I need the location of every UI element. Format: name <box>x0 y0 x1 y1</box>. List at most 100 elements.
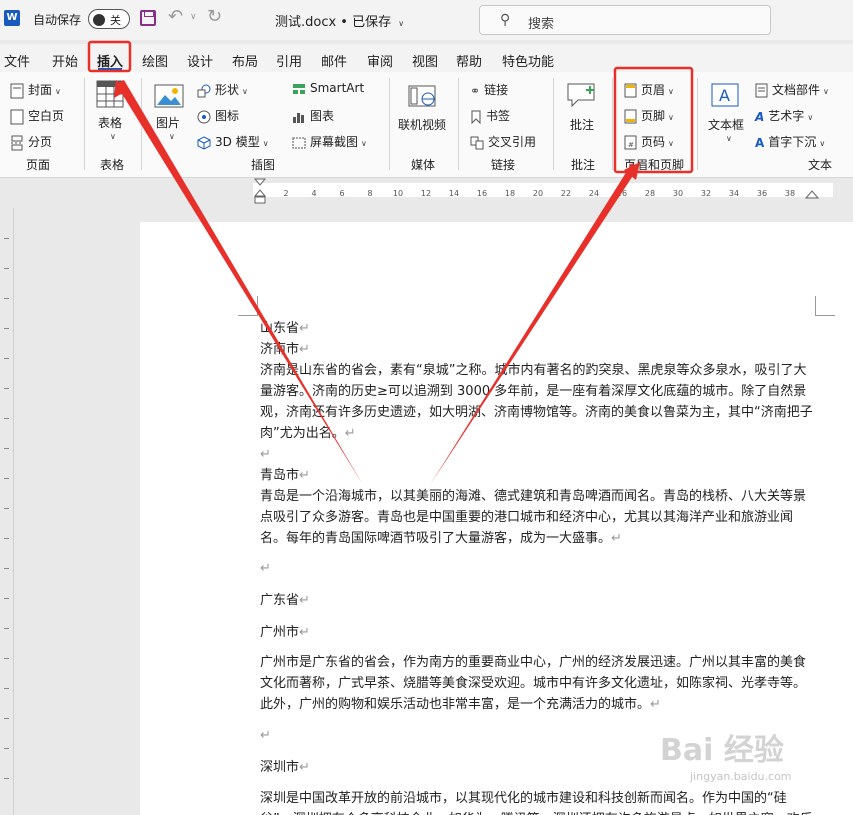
page-number-icon: # <box>624 135 637 150</box>
tab-view[interactable]: 视图 <box>412 51 438 70</box>
tab-help[interactable]: 帮助 <box>456 51 482 70</box>
header-button[interactable]: 页眉 ∨ <box>624 81 674 98</box>
tab-layout[interactable]: 布局 <box>232 51 258 70</box>
picture-button[interactable]: 图片 ∨ <box>154 84 186 154</box>
cross-reference-icon <box>470 136 484 149</box>
redo-icon[interactable]: ↻ <box>207 6 222 27</box>
ruler-tick: 34 <box>728 189 740 198</box>
ruler-tick: 32 <box>700 189 712 198</box>
ruler-tick: 22 <box>560 189 572 198</box>
ruler-scale: 2 4 6 8 10 12 14 16 18 20 22 24 26 28 30… <box>253 183 833 198</box>
bookmark-icon <box>471 110 481 124</box>
picture-icon <box>154 84 184 108</box>
ribbon: 封面 ∨ 空白页 分页 页面 表格 ∨ 表格 图片 ∨ 形状 ∨ 图标 3D 模型 ∨… <box>0 72 853 178</box>
ruler-tick-mark <box>4 748 9 749</box>
page-number-button[interactable]: # 页码 ∨ <box>624 133 674 150</box>
bookmark-button[interactable]: 书签 <box>470 107 510 124</box>
chart-button[interactable]: 图表 <box>292 107 334 124</box>
video-icon <box>408 85 436 107</box>
watermark-logo: Bai 经验 <box>660 733 784 768</box>
chevron-down-icon: ∨ <box>169 132 175 141</box>
document-title[interactable]: 测试.docx • 已保存 ∨ <box>275 11 404 30</box>
paragraph[interactable]: 青岛市↵ <box>260 465 815 486</box>
word-app-icon[interactable]: W <box>4 10 20 26</box>
smartart-icon <box>293 83 305 94</box>
icons-button[interactable]: 图标 <box>197 107 239 124</box>
tab-references[interactable]: 引用 <box>276 51 302 70</box>
paragraph[interactable]: 山东省↵ <box>260 318 815 339</box>
paragraph[interactable]: 济南是山东省的省会，素有“泉城”之称。城市内有著名的趵突泉、黑虎泉等众多泉水，吸… <box>260 360 815 444</box>
page-break-icon <box>11 135 23 150</box>
tab-home[interactable]: 开始 <box>52 51 78 70</box>
textbox-button[interactable]: A 文本框 ∨ <box>706 82 748 152</box>
comment-button[interactable]: 批注 <box>566 82 600 152</box>
ruler-tick: 4 <box>311 189 317 198</box>
save-icon[interactable] <box>140 10 156 26</box>
tab-mailings[interactable]: 邮件 <box>321 51 347 70</box>
tab-draw[interactable]: 绘图 <box>142 51 168 70</box>
ruler-tick-mark <box>4 298 9 299</box>
drop-cap-button[interactable]: A 首字下沉 ∨ <box>755 133 825 150</box>
screenshot-button[interactable]: 屏幕截图 ∨ <box>292 133 367 150</box>
drop-cap-icon: A <box>755 135 765 150</box>
ruler-tick: 14 <box>448 189 460 198</box>
table-label: 表格 <box>98 116 123 130</box>
undo-dropdown-icon[interactable]: ∨ <box>190 12 197 22</box>
paragraph[interactable]: 深圳是中国改革开放的前沿城市，以其现代化的城市建设和科技创新而闻名。作为中国的“… <box>260 788 815 815</box>
ruler-tick-mark <box>4 538 9 539</box>
document-parts-icon <box>755 83 768 98</box>
paragraph[interactable]: 广州市是广东省的省会，作为南方的重要商业中心，广州的经济发展迅速。广州以其丰富的… <box>260 652 815 715</box>
comment-icon <box>567 83 595 108</box>
empty-paragraph[interactable]: ↵ <box>260 558 815 579</box>
cover-page-button[interactable]: 封面 ∨ <box>10 81 61 99</box>
ruler-tick-mark <box>4 328 9 329</box>
divider <box>389 78 390 170</box>
ruler-tick: 8 <box>367 189 373 198</box>
autosave-toggle[interactable]: 关 <box>88 9 130 29</box>
cube-icon <box>197 135 211 150</box>
indent-marker[interactable] <box>254 178 266 204</box>
ruler-tick-mark <box>4 478 9 479</box>
paragraph[interactable]: 青岛是一个沿海城市，以其美丽的海滩、德式建筑和青岛啤酒而闻名。青岛的栈桥、八大关… <box>260 486 815 549</box>
tab-design[interactable]: 设计 <box>187 51 213 70</box>
ruler-tick-mark <box>4 598 9 599</box>
cover-page-icon <box>10 83 24 98</box>
online-video-label: 联机视频 <box>398 118 447 132</box>
paragraph[interactable]: 济南市↵ <box>260 339 815 360</box>
tab-file[interactable]: 文件 <box>4 51 30 70</box>
document-parts-button[interactable]: 文档部件 ∨ <box>755 81 829 98</box>
blank-page-button[interactable]: 空白页 <box>10 107 64 125</box>
online-video-button[interactable]: 联机视频 <box>398 84 448 154</box>
ruler-tick: 20 <box>532 189 544 198</box>
cross-reference-button[interactable]: 交叉引用 <box>470 133 536 150</box>
active-tab-indicator <box>98 68 122 71</box>
tab-review[interactable]: 审阅 <box>367 51 393 70</box>
ruler-tick: 12 <box>420 189 432 198</box>
smartart-button[interactable]: SmartArt <box>292 81 364 96</box>
search-placeholder: 搜索 <box>528 17 555 32</box>
ruler-tick: 26 <box>616 189 628 198</box>
wordart-button[interactable]: A 艺术字 ∨ <box>755 107 813 124</box>
paragraph[interactable]: 广东省↵ <box>260 590 815 611</box>
3d-model-button[interactable]: 3D 模型 ∨ <box>197 133 269 150</box>
ruler-tick-mark <box>4 568 9 569</box>
autosave-label: 自动保存 <box>33 13 82 27</box>
tab-special[interactable]: 特色功能 <box>502 51 554 70</box>
undo-icon[interactable]: ↶ <box>168 6 183 27</box>
right-indent-marker[interactable] <box>805 189 819 199</box>
paragraph[interactable]: 广州市↵ <box>260 622 815 643</box>
shapes-button[interactable]: 形状 ∨ <box>197 81 248 98</box>
ruler-tick: 10 <box>392 189 404 198</box>
footer-button[interactable]: 页脚 ∨ <box>624 107 674 124</box>
ruler-tick-mark <box>4 418 9 419</box>
table-button[interactable]: 表格 ∨ <box>96 80 126 152</box>
wordart-icon: A <box>755 109 765 124</box>
link-button[interactable]: ⚭ 链接 <box>470 81 508 98</box>
ruler-tick-mark <box>4 718 9 719</box>
search-box[interactable]: ⚲ 搜索 <box>479 5 771 35</box>
textbox-icon: A <box>711 83 739 107</box>
footer-icon <box>624 109 637 124</box>
header-icon <box>624 83 637 98</box>
page-break-button[interactable]: 分页 <box>10 133 52 151</box>
empty-paragraph[interactable]: ↵ <box>260 444 815 465</box>
